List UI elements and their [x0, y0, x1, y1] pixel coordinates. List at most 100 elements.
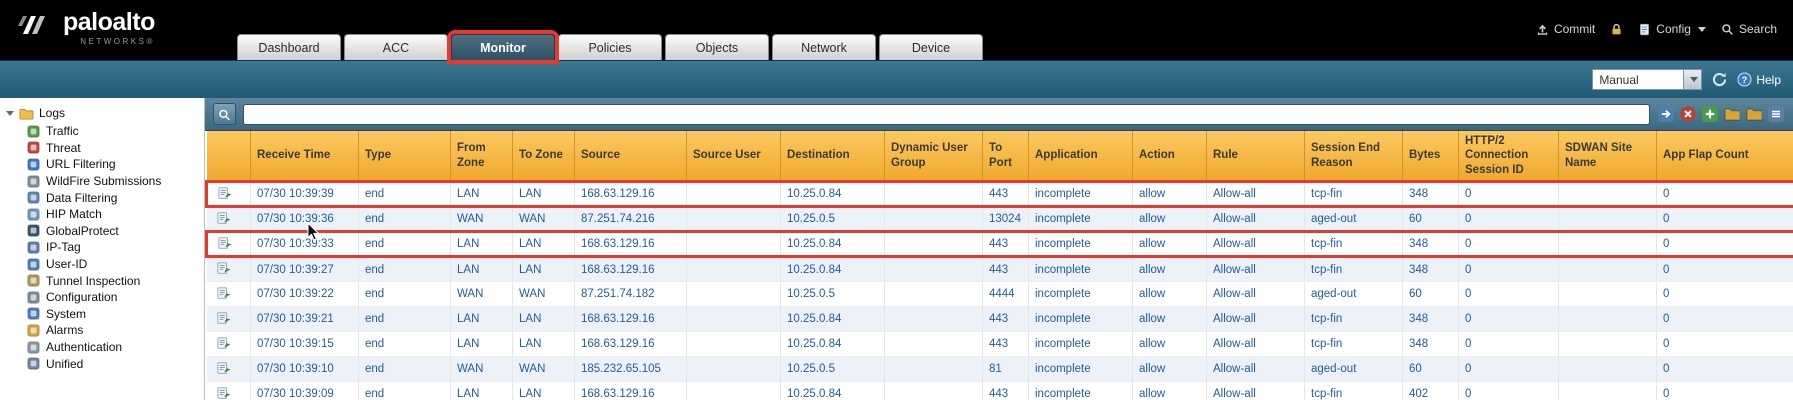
cell-to-zone[interactable]: LAN: [513, 257, 575, 282]
table-row[interactable]: 07/30 10:39:27endLANLAN168.63.129.1610.2…: [207, 257, 1793, 282]
column-header-from-zone[interactable]: From Zone: [451, 131, 513, 182]
cell-to-port[interactable]: 443: [983, 232, 1029, 257]
column-header-destination[interactable]: Destination: [781, 131, 885, 182]
cell-action[interactable]: allow: [1133, 182, 1207, 207]
table-row[interactable]: 07/30 10:39:09endLANLAN168.63.129.1610.2…: [207, 382, 1793, 400]
table-row[interactable]: 07/30 10:39:33endLANLAN168.63.129.1610.2…: [207, 232, 1793, 257]
log-detail-icon[interactable]: [217, 211, 231, 225]
cell-app-flap-count[interactable]: 0: [1657, 382, 1793, 400]
cell-source-user[interactable]: [687, 307, 781, 332]
cell-to-port[interactable]: 443: [983, 257, 1029, 282]
cell-rule[interactable]: Allow-all: [1207, 382, 1305, 400]
cell-destination[interactable]: 10.25.0.84: [781, 332, 885, 357]
cell-from-zone[interactable]: LAN: [451, 257, 513, 282]
cell-application[interactable]: incomplete: [1029, 257, 1133, 282]
cell-http-2-connection-session-id[interactable]: 0: [1459, 182, 1559, 207]
sidebar-item-user-id[interactable]: User-ID: [27, 256, 204, 273]
commit-button[interactable]: Commit: [1536, 22, 1595, 36]
log-detail-cell[interactable]: [207, 357, 251, 382]
cell-application[interactable]: incomplete: [1029, 307, 1133, 332]
sidebar-item-configuration[interactable]: Configuration: [27, 289, 204, 306]
log-detail-cell[interactable]: [207, 207, 251, 232]
sidebar-group-logs[interactable]: Logs: [0, 104, 204, 122]
log-detail-cell[interactable]: [207, 307, 251, 332]
cell-receive-time[interactable]: 07/30 10:39:21: [251, 307, 359, 332]
cell-app-flap-count[interactable]: 0: [1657, 182, 1793, 207]
cell-source[interactable]: 168.63.129.16: [575, 382, 687, 400]
cell-application[interactable]: incomplete: [1029, 382, 1133, 400]
sidebar-item-traffic[interactable]: Traffic: [27, 123, 204, 140]
column-header-action[interactable]: Action: [1133, 131, 1207, 182]
cell-action[interactable]: allow: [1133, 282, 1207, 307]
cell-application[interactable]: incomplete: [1029, 332, 1133, 357]
cell-app-flap-count[interactable]: 0: [1657, 332, 1793, 357]
cell-sdwan-site-name[interactable]: [1559, 232, 1657, 257]
cell-to-zone[interactable]: LAN: [513, 332, 575, 357]
cell-session-end-reason[interactable]: tcp-fin: [1305, 257, 1403, 282]
cell-to-port[interactable]: 13024: [983, 207, 1029, 232]
tab-acc[interactable]: ACC: [344, 34, 448, 60]
cell-rule[interactable]: Allow-all: [1207, 332, 1305, 357]
cell-rule[interactable]: Allow-all: [1207, 282, 1305, 307]
cell-session-end-reason[interactable]: tcp-fin: [1305, 332, 1403, 357]
sidebar-item-url-filtering[interactable]: URL Filtering: [27, 156, 204, 173]
global-search-button[interactable]: Search: [1721, 22, 1777, 36]
cell-app-flap-count[interactable]: 0: [1657, 307, 1793, 332]
cell-source-user[interactable]: [687, 232, 781, 257]
column-header-http-2-connection-session-id[interactable]: HTTP/2 Connection Session ID: [1459, 131, 1559, 182]
cell-rule[interactable]: Allow-all: [1207, 232, 1305, 257]
cell-application[interactable]: incomplete: [1029, 232, 1133, 257]
cell-destination[interactable]: 10.25.0.84: [781, 232, 885, 257]
cell-action[interactable]: allow: [1133, 382, 1207, 400]
log-detail-cell[interactable]: [207, 257, 251, 282]
cell-from-zone[interactable]: WAN: [451, 357, 513, 382]
cell-session-end-reason[interactable]: tcp-fin: [1305, 382, 1403, 400]
cell-dynamic-user-group[interactable]: [885, 382, 983, 400]
column-header-to-zone[interactable]: To Zone: [513, 131, 575, 182]
column-header-source-user[interactable]: Source User: [687, 131, 781, 182]
cell-source-user[interactable]: [687, 282, 781, 307]
cell-to-port[interactable]: 4444: [983, 282, 1029, 307]
cell-type[interactable]: end: [359, 207, 451, 232]
cell-type[interactable]: end: [359, 182, 451, 207]
cell-app-flap-count[interactable]: 0: [1657, 357, 1793, 382]
log-detail-icon[interactable]: [217, 311, 231, 325]
cell-dynamic-user-group[interactable]: [885, 232, 983, 257]
cell-dynamic-user-group[interactable]: [885, 182, 983, 207]
column-header-source[interactable]: Source: [575, 131, 687, 182]
cell-source-user[interactable]: [687, 207, 781, 232]
cell-source[interactable]: 168.63.129.16: [575, 257, 687, 282]
cell-session-end-reason[interactable]: aged-out: [1305, 357, 1403, 382]
table-row[interactable]: 07/30 10:39:21endLANLAN168.63.129.1610.2…: [207, 307, 1793, 332]
cell-to-zone[interactable]: LAN: [513, 232, 575, 257]
sidebar-item-globalprotect[interactable]: GlobalProtect: [27, 223, 204, 240]
cell-source-user[interactable]: [687, 332, 781, 357]
cell-app-flap-count[interactable]: 0: [1657, 232, 1793, 257]
cell-to-port[interactable]: 443: [983, 182, 1029, 207]
lock-button[interactable]: [1610, 23, 1623, 36]
cell-source[interactable]: 87.251.74.182: [575, 282, 687, 307]
cell-source-user[interactable]: [687, 257, 781, 282]
tab-objects[interactable]: Objects: [665, 34, 769, 60]
cell-http-2-connection-session-id[interactable]: 0: [1459, 232, 1559, 257]
cell-destination[interactable]: 10.25.0.84: [781, 307, 885, 332]
cell-receive-time[interactable]: 07/30 10:39:10: [251, 357, 359, 382]
cell-receive-time[interactable]: 07/30 10:39:22: [251, 282, 359, 307]
cell-dynamic-user-group[interactable]: [885, 282, 983, 307]
cell-rule[interactable]: Allow-all: [1207, 182, 1305, 207]
log-detail-icon[interactable]: [217, 261, 231, 275]
cell-to-zone[interactable]: LAN: [513, 307, 575, 332]
cell-source[interactable]: 185.232.65.105: [575, 357, 687, 382]
export-logs-icon[interactable]: [1767, 105, 1785, 123]
cell-bytes[interactable]: 348: [1403, 332, 1459, 357]
cell-receive-time[interactable]: 07/30 10:39:09: [251, 382, 359, 400]
cell-to-port[interactable]: 443: [983, 382, 1029, 400]
cell-receive-time[interactable]: 07/30 10:39:36: [251, 207, 359, 232]
log-detail-icon[interactable]: [217, 286, 231, 300]
log-detail-cell[interactable]: [207, 332, 251, 357]
add-filter-icon[interactable]: [1701, 105, 1719, 123]
cell-source-user[interactable]: [687, 357, 781, 382]
cell-http-2-connection-session-id[interactable]: 0: [1459, 282, 1559, 307]
cell-to-port[interactable]: 443: [983, 307, 1029, 332]
cell-action[interactable]: allow: [1133, 357, 1207, 382]
